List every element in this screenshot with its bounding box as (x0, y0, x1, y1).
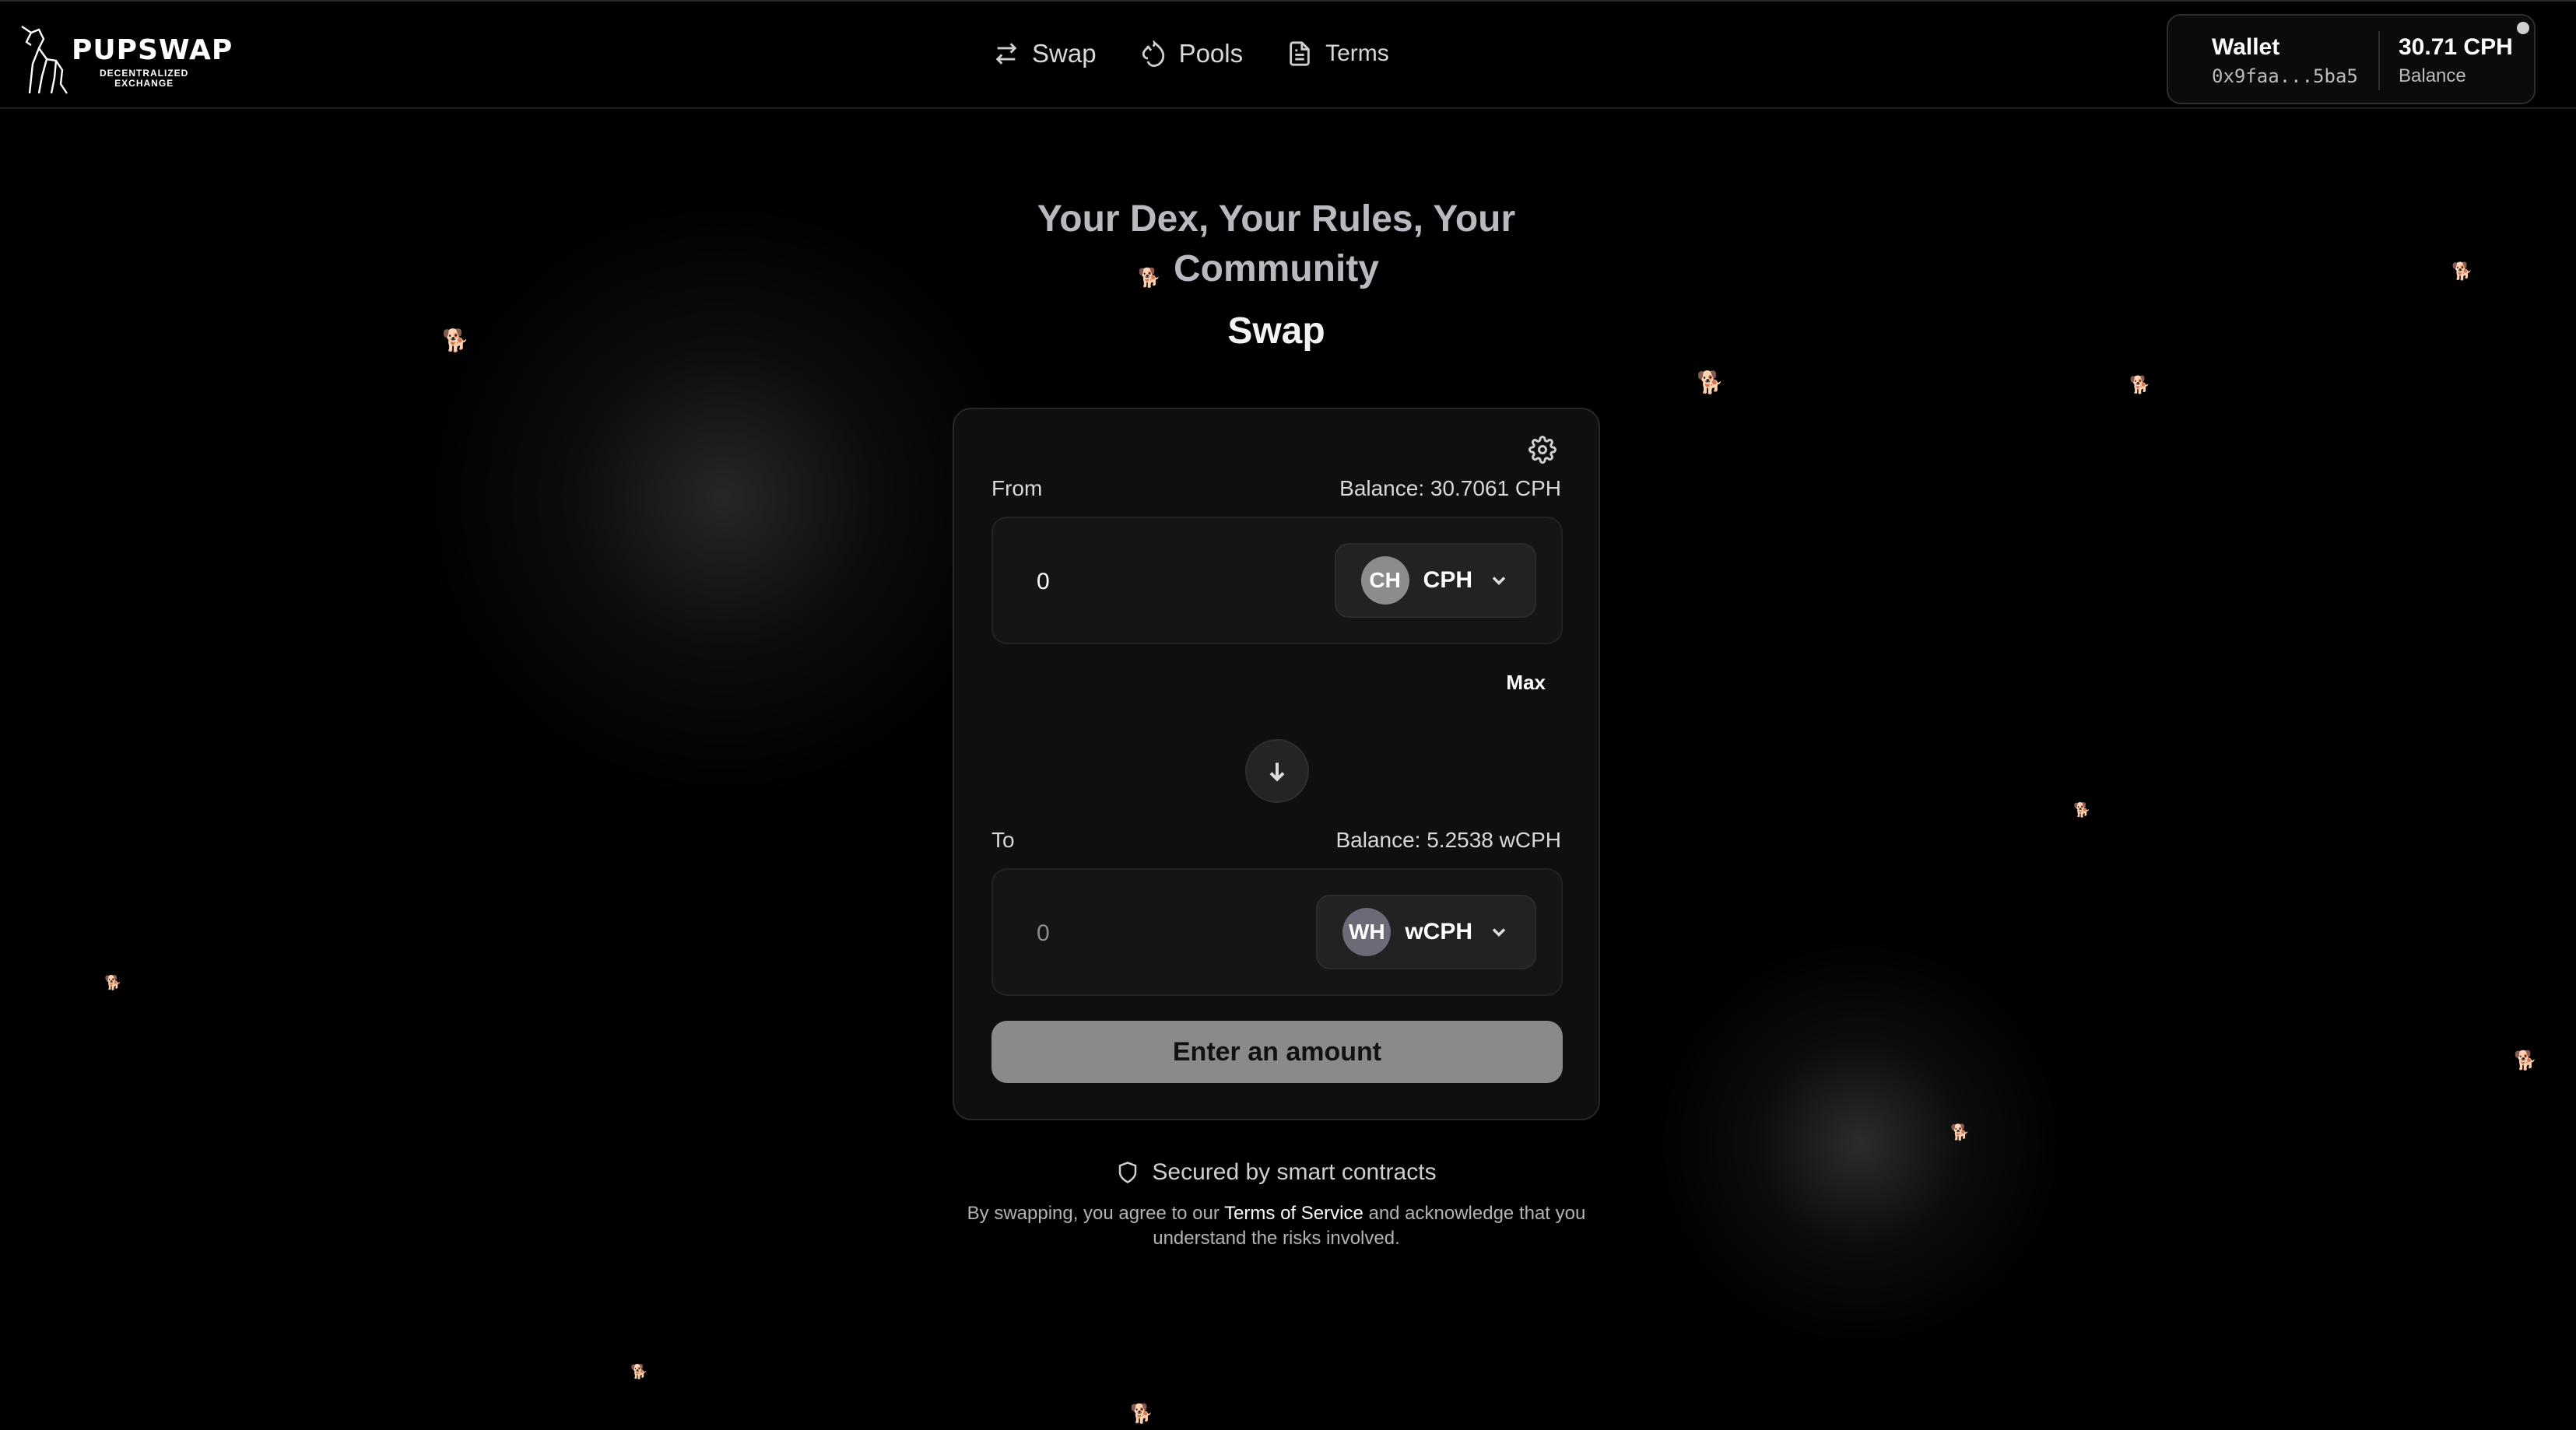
to-balance: Balance: 5.2538 wCPH (1335, 828, 1561, 852)
page-title: Swap (1227, 310, 1325, 352)
dog-particle-icon: 🐕 (104, 975, 122, 990)
gear-icon (1528, 436, 1556, 464)
to-amount-input[interactable] (1037, 913, 1270, 954)
arrow-down-icon (1269, 762, 1285, 782)
droplet-icon (1142, 40, 1164, 67)
security-text: Secured by smart contracts (1152, 1159, 1437, 1185)
dog-particle-icon: 🐕 (2129, 375, 2151, 394)
from-token-select[interactable]: CH CPH (1334, 543, 1536, 618)
swap-arrows-icon (995, 43, 1017, 65)
dog-particle-icon: 🐕 (1697, 370, 1724, 394)
from-amount-input[interactable] (1037, 562, 1270, 602)
dog-logo-icon (21, 26, 68, 94)
main-nav: Swap Pools Terms (993, 39, 1389, 68)
to-token-box: WH wCPH (991, 868, 1563, 996)
wallet-divider (2378, 31, 2380, 90)
to-token-symbol: wCPH (1405, 919, 1472, 945)
pupswap-logo[interactable]: PUPSWAP DECENTRALIZED EXCHANGE (16, 22, 232, 96)
token-avatar: WH (1342, 908, 1392, 956)
wallet-label: Wallet (2212, 34, 2280, 60)
hero-tagline: Your Dex, Your Rules, Your Community (1037, 198, 1516, 289)
dog-particle-icon: 🐕 (2514, 1050, 2537, 1071)
to-token-select[interactable]: WH wCPH (1316, 895, 1536, 969)
from-balance: Balance: 30.7061 CPH (1339, 476, 1561, 500)
terms-of-service-link[interactable]: Terms of Service (1224, 1203, 1363, 1224)
to-label: To (991, 828, 1015, 852)
brand-subtitle: DECENTRALIZED EXCHANGE (100, 68, 188, 89)
background-glow (1650, 934, 2070, 1354)
wallet-button[interactable]: Wallet 0x9faa...5ba5 30.71 CPH Balance (2167, 14, 2536, 104)
nav-terms[interactable]: Terms (1286, 39, 1389, 68)
wallet-balance-info: 30.71 CPH Balance (2399, 34, 2513, 87)
chevron-down-icon (1492, 577, 1506, 585)
disclaimer-prefix: By swapping, you agree to our (967, 1203, 1225, 1224)
brand-name: PUPSWAP (72, 34, 233, 66)
nav-swap[interactable]: Swap (993, 39, 1097, 68)
connection-status-dot (2517, 22, 2529, 34)
wallet-balance-label: Balance (2399, 65, 2466, 86)
disclaimer-text: By swapping, you agree to our Terms of S… (934, 1201, 1619, 1251)
dog-particle-icon: 🐕 (1130, 1404, 1153, 1425)
max-button[interactable]: Max (1506, 671, 1546, 695)
from-token-symbol: CPH (1423, 567, 1472, 593)
settings-gear-icon[interactable] (1528, 436, 1556, 464)
wallet-balance: 30.71 CPH (2399, 34, 2513, 60)
security-note: Secured by smart contracts (1113, 1159, 1440, 1186)
background-glow (405, 202, 1043, 794)
dog-particle-icon: 🐕 (1950, 1124, 1970, 1141)
chevron-down-icon (1492, 928, 1506, 937)
brand-subtitle-line: EXCHANGE (114, 78, 174, 89)
nav-pools[interactable]: Pools (1140, 39, 1244, 68)
nav-pools-label: Pools (1178, 39, 1244, 68)
nav-swap-label: Swap (1032, 39, 1097, 68)
nav-terms-label: Terms (1325, 40, 1389, 66)
dog-particle-icon: 🐕 (2451, 261, 2473, 281)
document-icon (1290, 41, 1310, 66)
dog-particle-icon: 🐕 (630, 1364, 648, 1379)
wallet-address: 0x9faa...5ba5 (2212, 65, 2358, 87)
wallet-info: Wallet 0x9faa...5ba5 (2212, 34, 2358, 87)
enter-amount-button[interactable]: Enter an amount (991, 1021, 1563, 1083)
top-header: PUPSWAP DECENTRALIZED EXCHANGE Swap Pool… (0, 0, 2576, 109)
swap-direction-button[interactable] (1245, 739, 1309, 803)
from-token-box: CH CPH (991, 517, 1563, 644)
shield-icon (1119, 1162, 1137, 1183)
dog-particle-icon: 🐕 (442, 328, 469, 352)
token-avatar: CH (1360, 556, 1409, 605)
from-label: From (991, 476, 1043, 500)
dog-particle-icon: 🐕 (2073, 802, 2091, 818)
swap-card: From Balance: 30.7061 CPH CH CPH Max To … (953, 408, 1600, 1120)
